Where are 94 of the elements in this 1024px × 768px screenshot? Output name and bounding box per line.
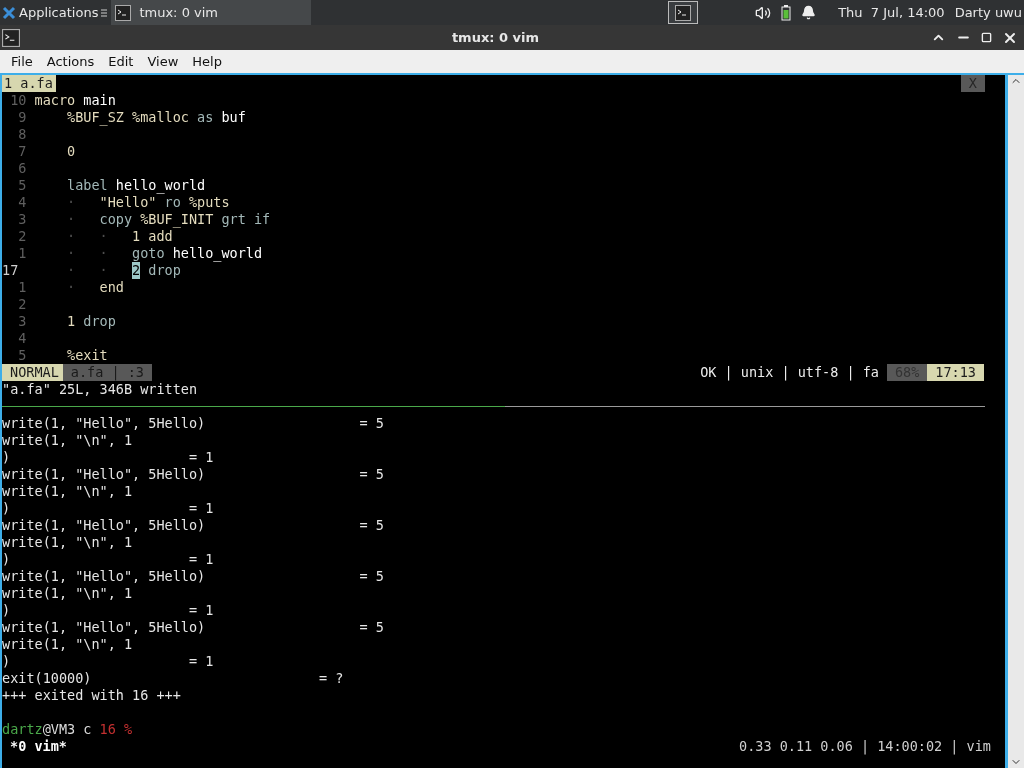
- window-title: tmux: 0 vim: [450, 30, 541, 45]
- code-token: buf: [220, 109, 246, 126]
- code-token: macro: [34, 92, 77, 109]
- line-number: 9: [17, 109, 27, 126]
- cursor-position: 17:13: [927, 364, 984, 381]
- battery-icon[interactable]: [781, 4, 792, 21]
- code-token: %BUF_INIT: [139, 211, 215, 228]
- code-token: grt if: [221, 211, 271, 228]
- line-number: 2: [17, 296, 27, 313]
- line-number: 1: [17, 279, 27, 296]
- prompt-user-text: dartz: [2, 721, 43, 738]
- indent-guide: ·: [66, 211, 77, 228]
- menu-item[interactable]: Actions: [39, 54, 102, 69]
- code-token: as: [197, 109, 214, 126]
- output-line: write(1, "\n", 1: [2, 585, 133, 602]
- output-line: write(1, "Hello", 5Hello) = 5: [2, 517, 384, 534]
- menu-item[interactable]: File: [4, 54, 40, 69]
- code-token: %BUF_SZ %malloc: [66, 109, 190, 126]
- indent-guide: · ·: [66, 262, 109, 279]
- code-token: drop: [147, 262, 181, 279]
- notification-bell-icon[interactable]: [801, 5, 817, 20]
- message-line: "a.fa" 25L, 346B written: [2, 381, 198, 398]
- terminal-icon: [675, 4, 692, 21]
- line-number: 7: [17, 143, 27, 160]
- output-line: write(1, "\n", 1: [2, 483, 133, 500]
- output-line: write(1, "\n", 1: [2, 636, 133, 653]
- indent-guide: ·: [66, 279, 77, 296]
- code-token: 1 add: [132, 228, 173, 245]
- indent-guide: ·: [66, 194, 77, 211]
- indent-guide: · ·: [66, 228, 109, 245]
- line-number: 10: [9, 92, 27, 109]
- tmux-status-info: 0.33 0.11 0.06 | 14:00:02 | vim: [739, 738, 992, 755]
- menu-item[interactable]: View: [140, 54, 186, 69]
- line-number: 8: [17, 126, 27, 143]
- taskbar-button[interactable]: tmux: 0 vim: [111, 0, 312, 25]
- line-number: 3: [17, 313, 27, 330]
- code-token: ro: [164, 194, 181, 211]
- applications-menu[interactable]: Applications: [0, 0, 112, 25]
- menu-item[interactable]: Edit: [101, 54, 141, 69]
- menu-icon: [101, 7, 108, 18]
- code-token: %exit: [66, 347, 108, 364]
- tmux-window-tab[interactable]: *0 vim*: [2, 738, 67, 755]
- line-number: 4: [17, 194, 27, 211]
- scrollbar[interactable]: [1008, 75, 1024, 768]
- code-token: 0: [66, 143, 76, 160]
- prompt-exit-code-text: 16 %: [99, 721, 133, 738]
- output-line: write(1, "Hello", 5Hello) = 5: [2, 619, 384, 636]
- output-line: +++ exited with 16 +++: [2, 687, 181, 704]
- output-line: ) = 1: [2, 602, 214, 619]
- indent-guide: · ·: [66, 245, 109, 262]
- output-line: ) = 1: [2, 653, 214, 670]
- terminal-icon: [115, 4, 132, 21]
- file-info: OK | unix | utf-8 | fa: [700, 364, 880, 381]
- maximize-icon[interactable]: [981, 32, 992, 43]
- x-logo-icon: [2, 5, 16, 20]
- line-number: 4: [17, 330, 27, 347]
- clock[interactable]: Thu 7 Jul, 14:00: [838, 5, 945, 20]
- code-token: goto: [132, 245, 165, 262]
- user-name[interactable]: Darty uwu: [954, 5, 1022, 20]
- code-token: main: [83, 92, 116, 109]
- code-token: 1: [66, 313, 77, 330]
- code-token: "Hello": [99, 194, 158, 211]
- terminal-icon: [2, 28, 20, 47]
- mode-indicator: NORMAL: [2, 364, 63, 381]
- code-token: hello_world: [171, 245, 263, 262]
- code-token: hello_world: [114, 177, 206, 194]
- code-token: label: [66, 177, 108, 194]
- line-number: 6: [17, 160, 27, 177]
- output-line: write(1, "Hello", 5Hello) = 5: [2, 466, 384, 483]
- output-line: write(1, "Hello", 5Hello) = 5: [2, 415, 384, 432]
- line-number: 5: [17, 177, 27, 194]
- output-line: ) = 1: [2, 551, 214, 568]
- code-token: copy: [99, 211, 133, 228]
- line-number: 3: [17, 211, 27, 228]
- line-number: 1: [17, 245, 27, 262]
- menu-item[interactable]: Help: [185, 54, 229, 69]
- code-token: drop: [83, 313, 116, 330]
- output-line: write(1, "\n", 1: [2, 534, 133, 551]
- output-line: ) = 1: [2, 500, 214, 517]
- code-token: %puts: [188, 194, 230, 211]
- prompt-host-text: @VM3 c: [42, 721, 93, 738]
- output-line: write(1, "Hello", 5Hello) = 5: [2, 568, 384, 585]
- file-status: a.fa | :3: [62, 364, 152, 381]
- line-number: 17: [2, 262, 20, 279]
- output-line: ) = 1: [2, 449, 214, 466]
- line-number: 5: [17, 347, 27, 364]
- volume-icon[interactable]: [755, 4, 772, 21]
- line-number: 2: [17, 228, 27, 245]
- workspace-switcher[interactable]: [668, 1, 699, 24]
- buffer-tab[interactable]: 1 a.fa: [2, 75, 56, 92]
- code-token: end: [99, 279, 124, 296]
- output-line: exit(10000) = ?: [2, 670, 344, 687]
- text-cursor: 2: [132, 262, 141, 279]
- output-line: write(1, "\n", 1: [2, 432, 133, 449]
